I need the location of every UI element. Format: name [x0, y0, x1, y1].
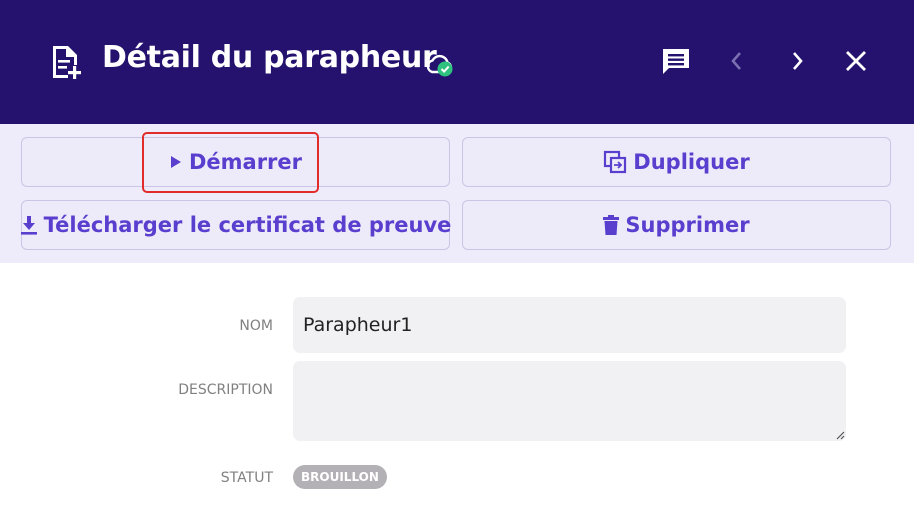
name-field[interactable] [293, 297, 846, 353]
description-label: Description [178, 382, 273, 398]
play-icon [170, 156, 181, 168]
trash-icon [603, 215, 620, 235]
close-icon [846, 51, 866, 71]
duplicate-icon [604, 150, 627, 174]
resize-grip-icon[interactable] [833, 428, 845, 440]
description-field[interactable] [293, 361, 846, 441]
download-icon [20, 216, 37, 235]
delete-button-label: Supprimer [625, 213, 750, 237]
start-button-label: Démarrer [188, 150, 303, 174]
status-badge: Brouillon [293, 465, 387, 489]
download-certificate-button[interactable]: Télécharger le certificat de preuve [20, 200, 452, 250]
start-button[interactable]: Démarrer [21, 137, 450, 187]
name-label: Nom [239, 318, 273, 334]
duplicate-button[interactable]: Dupliquer [462, 137, 891, 187]
next-button[interactable] [778, 42, 816, 80]
delete-button[interactable]: Supprimer [462, 200, 891, 250]
duplicate-button-label: Dupliquer [633, 150, 750, 174]
close-button[interactable] [837, 42, 875, 80]
download-certificate-button-label: Télécharger le certificat de preuve [43, 213, 452, 237]
chevron-right-icon [793, 52, 803, 70]
cloud-check-icon [426, 54, 453, 77]
comments-button[interactable] [657, 42, 695, 80]
dialog-header: Détail du parapheur [0, 0, 914, 124]
previous-button[interactable] [718, 42, 756, 80]
status-label: Statut [220, 470, 273, 486]
doc-add-icon [53, 46, 81, 79]
comment-icon [663, 49, 689, 74]
chevron-left-icon [731, 52, 741, 70]
page-title: Détail du parapheur [102, 40, 437, 75]
